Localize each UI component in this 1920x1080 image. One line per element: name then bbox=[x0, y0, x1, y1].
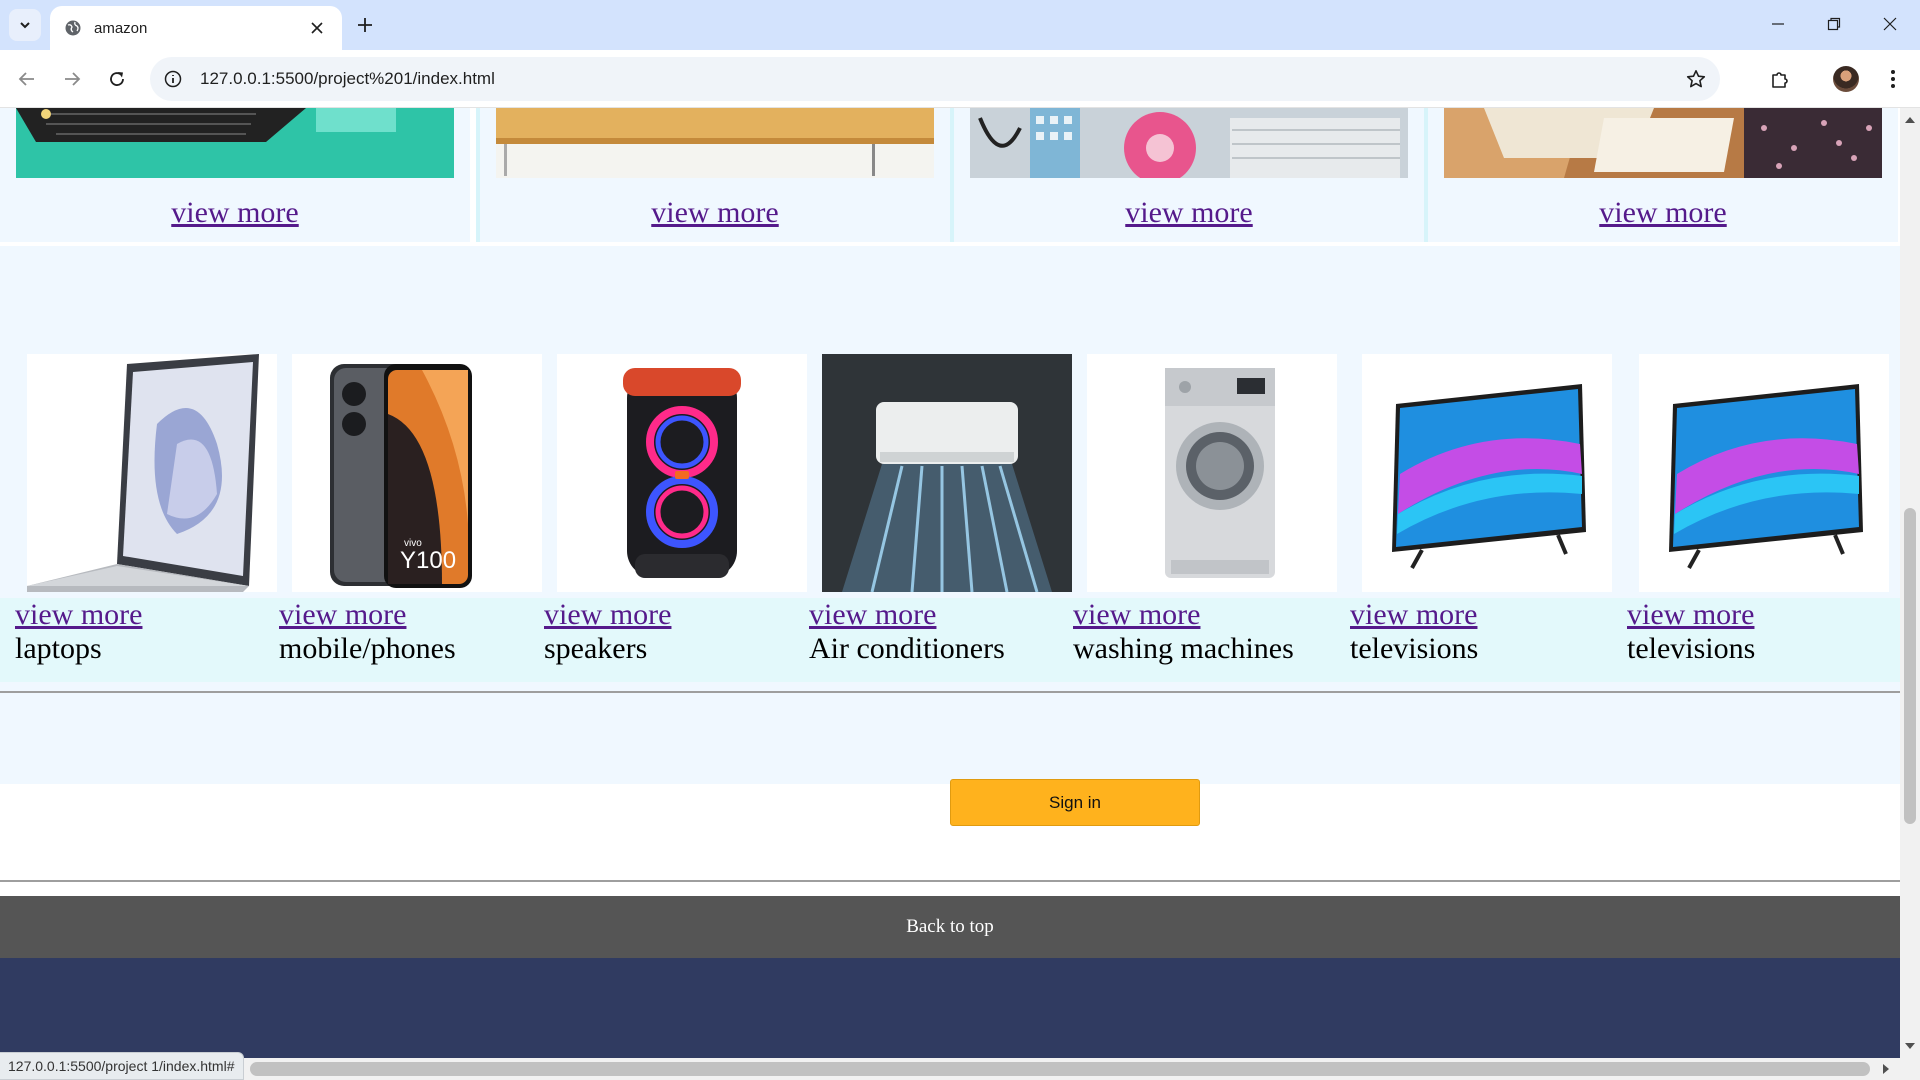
view-more-link[interactable]: view more bbox=[954, 196, 1424, 230]
category-label: televisions bbox=[1627, 632, 1756, 665]
category-label: televisions bbox=[1350, 632, 1479, 665]
back-to-top-link[interactable]: Back to top bbox=[0, 896, 1900, 958]
reload-button[interactable] bbox=[100, 62, 134, 96]
extensions-button[interactable] bbox=[1763, 62, 1797, 96]
scroll-down-icon[interactable] bbox=[1900, 1036, 1920, 1056]
view-more-link[interactable]: view more bbox=[1627, 598, 1754, 632]
arrow-left-icon bbox=[18, 72, 34, 86]
category-label: laptops bbox=[15, 632, 102, 665]
washing-machine-image bbox=[1165, 368, 1275, 578]
browser-toolbar: 127.0.0.1:5500/project%201/index.html bbox=[0, 50, 1920, 108]
view-more-link[interactable]: view more bbox=[809, 598, 936, 632]
address-bar[interactable]: 127.0.0.1:5500/project%201/index.html bbox=[150, 57, 1720, 101]
scroll-right-icon[interactable] bbox=[1876, 1059, 1896, 1079]
restore-icon bbox=[1827, 17, 1841, 31]
horizontal-scroll-thumb[interactable] bbox=[250, 1062, 1870, 1076]
browser-tab-strip: amazon bbox=[0, 0, 1920, 50]
browser-tab[interactable]: amazon bbox=[50, 6, 342, 50]
avatar bbox=[1833, 66, 1859, 92]
office-supplies-image bbox=[970, 108, 1408, 178]
back-button[interactable] bbox=[10, 62, 44, 96]
speaker-image bbox=[623, 368, 741, 578]
category-card: view more bbox=[0, 108, 470, 242]
minimize-icon bbox=[1772, 23, 1784, 25]
air-conditioner-image bbox=[822, 354, 1072, 592]
restore-button[interactable] bbox=[1812, 8, 1856, 40]
category-label: washing machines bbox=[1073, 632, 1294, 665]
kebab-menu-icon bbox=[1891, 70, 1895, 88]
scroll-up-icon[interactable] bbox=[1900, 110, 1920, 130]
page-viewport: view more view more view more view more … bbox=[0, 108, 1900, 1058]
view-more-link[interactable]: view more bbox=[1350, 598, 1477, 632]
product-image-phone[interactable]: vivo Y100 bbox=[292, 354, 542, 592]
browser-menu-button[interactable] bbox=[1876, 62, 1910, 96]
phone-model-text: Y100 bbox=[400, 547, 456, 574]
product-image-washing-machine[interactable] bbox=[1087, 354, 1337, 592]
product-image-tv[interactable] bbox=[1639, 354, 1889, 592]
papers-image bbox=[1444, 108, 1882, 178]
horizontal-scrollbar[interactable] bbox=[0, 1058, 1920, 1080]
view-more-link[interactable]: view more bbox=[544, 598, 671, 632]
close-window-button[interactable] bbox=[1868, 8, 1912, 40]
site-info-icon[interactable] bbox=[164, 70, 182, 88]
television-image bbox=[1669, 384, 1863, 569]
tab-title: amazon bbox=[94, 19, 148, 37]
product-image-tv[interactable] bbox=[1362, 354, 1612, 592]
status-bar-url: 127.0.0.1:5500/project 1/index.html# bbox=[0, 1052, 244, 1080]
tab-search-button[interactable] bbox=[9, 9, 41, 41]
category-label: speakers bbox=[544, 632, 648, 665]
desk-image bbox=[496, 108, 934, 178]
reload-icon bbox=[110, 72, 124, 86]
category-card: view more bbox=[1428, 108, 1898, 242]
category-card: view more bbox=[480, 108, 950, 242]
laptop-image bbox=[27, 354, 259, 592]
arrow-right-icon bbox=[65, 72, 81, 86]
product-image-ac[interactable] bbox=[822, 354, 1072, 592]
category-label: Air conditioners bbox=[809, 632, 1005, 665]
product-image-laptop[interactable] bbox=[27, 354, 277, 592]
view-more-link[interactable]: view more bbox=[1428, 196, 1898, 230]
minimize-button[interactable] bbox=[1756, 8, 1800, 40]
view-more-link[interactable]: view more bbox=[15, 598, 142, 632]
divider bbox=[0, 880, 1900, 882]
new-tab-button[interactable] bbox=[350, 10, 380, 40]
forward-button[interactable] bbox=[55, 62, 89, 96]
television-image bbox=[1392, 384, 1586, 569]
page-footer bbox=[0, 958, 1900, 1058]
chevron-down-icon bbox=[20, 22, 30, 29]
divider bbox=[0, 691, 1900, 693]
bookmark-star-icon[interactable] bbox=[1682, 65, 1710, 93]
vertical-scroll-thumb[interactable] bbox=[1904, 508, 1916, 824]
tab-close-icon[interactable] bbox=[306, 17, 328, 39]
category-card: view more bbox=[954, 108, 1424, 242]
vertical-scrollbar[interactable] bbox=[1900, 108, 1920, 1058]
product-image-speaker[interactable] bbox=[557, 354, 807, 592]
view-more-link[interactable]: view more bbox=[1073, 598, 1200, 632]
plus-icon bbox=[358, 18, 372, 32]
globe-icon bbox=[65, 20, 81, 36]
url-text: 127.0.0.1:5500/project%201/index.html bbox=[200, 69, 495, 88]
puzzle-icon bbox=[1772, 72, 1788, 88]
category-label: mobile/phones bbox=[279, 632, 456, 665]
phone-image: vivo Y100 bbox=[330, 364, 472, 588]
view-more-link[interactable]: view more bbox=[0, 196, 470, 230]
profile-button[interactable] bbox=[1829, 62, 1863, 96]
view-more-link[interactable]: view more bbox=[279, 598, 406, 632]
close-icon bbox=[1883, 17, 1897, 31]
sign-in-button[interactable]: Sign in bbox=[950, 779, 1200, 826]
keyboard-image bbox=[16, 108, 454, 178]
view-more-link[interactable]: view more bbox=[480, 196, 950, 230]
